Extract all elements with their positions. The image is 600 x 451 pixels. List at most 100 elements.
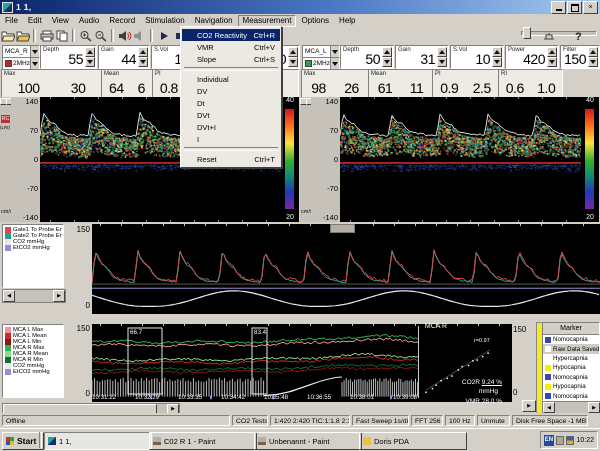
- chevron-down-icon[interactable]: [330, 58, 339, 69]
- open-icon[interactable]: [0, 28, 15, 43]
- spin-down-button[interactable]: [138, 57, 148, 67]
- spin-down-button[interactable]: [588, 57, 598, 67]
- menu-edit[interactable]: Edit: [23, 15, 47, 27]
- start-button[interactable]: Start: [2, 432, 44, 450]
- play-icon[interactable]: [156, 28, 171, 43]
- menu-item-vmr[interactable]: VMRCtrl+V: [182, 41, 280, 53]
- spin-up-button[interactable]: [288, 47, 298, 57]
- marker-row[interactable]: Raw Data Saved: [543, 344, 599, 353]
- spin-down-button[interactable]: [547, 57, 557, 67]
- spin-down-button[interactable]: [382, 57, 392, 67]
- svol-field[interactable]: S.Vol10: [450, 45, 504, 69]
- marker-row[interactable]: Nomocapnia: [543, 373, 599, 382]
- zoom-out-icon[interactable]: [93, 28, 108, 43]
- colorbar-gradient: [285, 109, 294, 209]
- close-button[interactable]: ×: [583, 1, 598, 14]
- stat-value: 0.9: [440, 80, 458, 96]
- scroll-left-arrow-icon[interactable]: ◀: [543, 402, 555, 413]
- tray-icon[interactable]: [556, 436, 564, 445]
- task-button[interactable]: Unbenannt - Paint: [254, 432, 362, 450]
- menu-item-dvt[interactable]: DVt: [182, 109, 280, 121]
- spectrogram-right-canvas[interactable]: [340, 97, 581, 222]
- chevron-down-icon[interactable]: [30, 46, 39, 57]
- task-button[interactable]: C02 R 1 - Paint: [149, 432, 257, 450]
- spin-up-button[interactable]: [85, 47, 95, 57]
- task-button[interactable]: Doris PDA: [359, 432, 467, 450]
- menu-audio[interactable]: Audio: [74, 15, 104, 27]
- marker-row[interactable]: Hypocapnia: [543, 363, 599, 372]
- menu-item-reset[interactable]: ResetCtrl+T: [182, 153, 280, 165]
- legend-item[interactable]: EtCO2 mmHg: [4, 369, 62, 375]
- spin-up-button[interactable]: [588, 47, 598, 57]
- probe-tool-icon[interactable]: [541, 28, 556, 43]
- menu-options[interactable]: Options: [296, 15, 334, 27]
- zoom-in-icon[interactable]: [78, 28, 93, 43]
- chevron-down-icon[interactable]: [330, 46, 339, 57]
- spin-up-button[interactable]: [547, 47, 557, 57]
- print-icon[interactable]: [39, 28, 54, 43]
- menu-item-co2-reactivity[interactable]: CO2 ReactivityCtrl+R: [182, 29, 280, 41]
- right-channel-strip: cm/s: [300, 97, 311, 222]
- marker-row[interactable]: Nomocapnia: [543, 391, 599, 400]
- volume-slider-track[interactable]: [521, 31, 597, 36]
- chart-scroll-right-arrow-icon[interactable]: ▶: [522, 400, 536, 412]
- power-field[interactable]: Power420: [505, 45, 559, 69]
- tray-icon[interactable]: [566, 436, 574, 445]
- spin-down-button[interactable]: [437, 57, 447, 67]
- envelope-trend-canvas[interactable]: [92, 224, 600, 314]
- field-value: 55: [68, 51, 83, 67]
- menu-item-individual[interactable]: Individual: [182, 73, 280, 85]
- menu-item-dv[interactable]: DV: [182, 85, 280, 97]
- menu-file[interactable]: File: [0, 15, 23, 27]
- marker-row[interactable]: Nomocapnia: [543, 335, 599, 344]
- legend-item[interactable]: EtCO2 mmHg: [4, 245, 62, 251]
- scroll-left-arrow-icon[interactable]: ◀: [3, 290, 15, 302]
- menu-help[interactable]: Help: [334, 15, 360, 27]
- stat-value: 26: [344, 80, 359, 96]
- marker-row[interactable]: Hypercapnia: [543, 354, 599, 363]
- speaker-off-icon[interactable]: [132, 28, 147, 43]
- help-icon[interactable]: ?: [570, 28, 585, 43]
- menu-navigation[interactable]: Navigation: [190, 15, 238, 27]
- task-button[interactable]: 1 1,: [44, 432, 152, 450]
- trend-scroll-thumb[interactable]: [330, 224, 355, 233]
- stat-values: 9826: [302, 80, 368, 96]
- spin-up-button[interactable]: [492, 47, 502, 57]
- menu-item-dvt-i[interactable]: DVt+I: [182, 121, 280, 133]
- channel-mode-badge: RC: [1, 115, 10, 123]
- scroll-right-arrow-icon[interactable]: ▶: [588, 402, 600, 413]
- spin-up-button[interactable]: [437, 47, 447, 57]
- gain-field[interactable]: Gain31: [395, 45, 449, 69]
- time-tick-label: 10:38:01: [350, 394, 374, 401]
- menu-view[interactable]: View: [47, 15, 74, 27]
- speaker-on-icon[interactable]: [117, 28, 132, 43]
- keyboard-layout-indicator[interactable]: EN: [544, 435, 554, 446]
- menu-stimulation[interactable]: Stimulation: [140, 15, 190, 27]
- copy-icon[interactable]: [54, 28, 69, 43]
- trend-legend-scrollbar[interactable]: ◀ ▶: [2, 289, 66, 303]
- gain-field[interactable]: Gain44: [98, 45, 150, 69]
- field-value: 10: [475, 51, 490, 67]
- y-tick-label: 140: [325, 97, 338, 106]
- maximize-button[interactable]: [567, 1, 582, 14]
- menu-item-slope[interactable]: SlopeCtrl+S: [182, 53, 280, 65]
- filter-field[interactable]: Filter150: [560, 45, 600, 69]
- spin-down-button[interactable]: [85, 57, 95, 67]
- menu-record[interactable]: Record: [104, 15, 140, 27]
- spin-up-button[interactable]: [382, 47, 392, 57]
- spin-down-button[interactable]: [288, 57, 298, 67]
- minimize-button[interactable]: [551, 1, 566, 14]
- spin-up-button[interactable]: [138, 47, 148, 57]
- colorbar-gradient: [585, 109, 594, 209]
- menu-item-i[interactable]: I: [182, 133, 280, 145]
- open-color-icon[interactable]: [15, 28, 30, 43]
- menu-measurement[interactable]: Measurement: [238, 15, 297, 27]
- spin-down-button[interactable]: [492, 57, 502, 67]
- menu-item-dt[interactable]: Dt: [182, 97, 280, 109]
- stat-values: 10030: [2, 80, 101, 96]
- marker-row[interactable]: Hypocapnia: [543, 382, 599, 391]
- volume-slider-thumb[interactable]: [523, 27, 531, 39]
- chevron-down-icon[interactable]: [30, 58, 39, 69]
- depth-field[interactable]: Depth55: [40, 45, 97, 69]
- depth-field[interactable]: Depth50: [340, 45, 394, 69]
